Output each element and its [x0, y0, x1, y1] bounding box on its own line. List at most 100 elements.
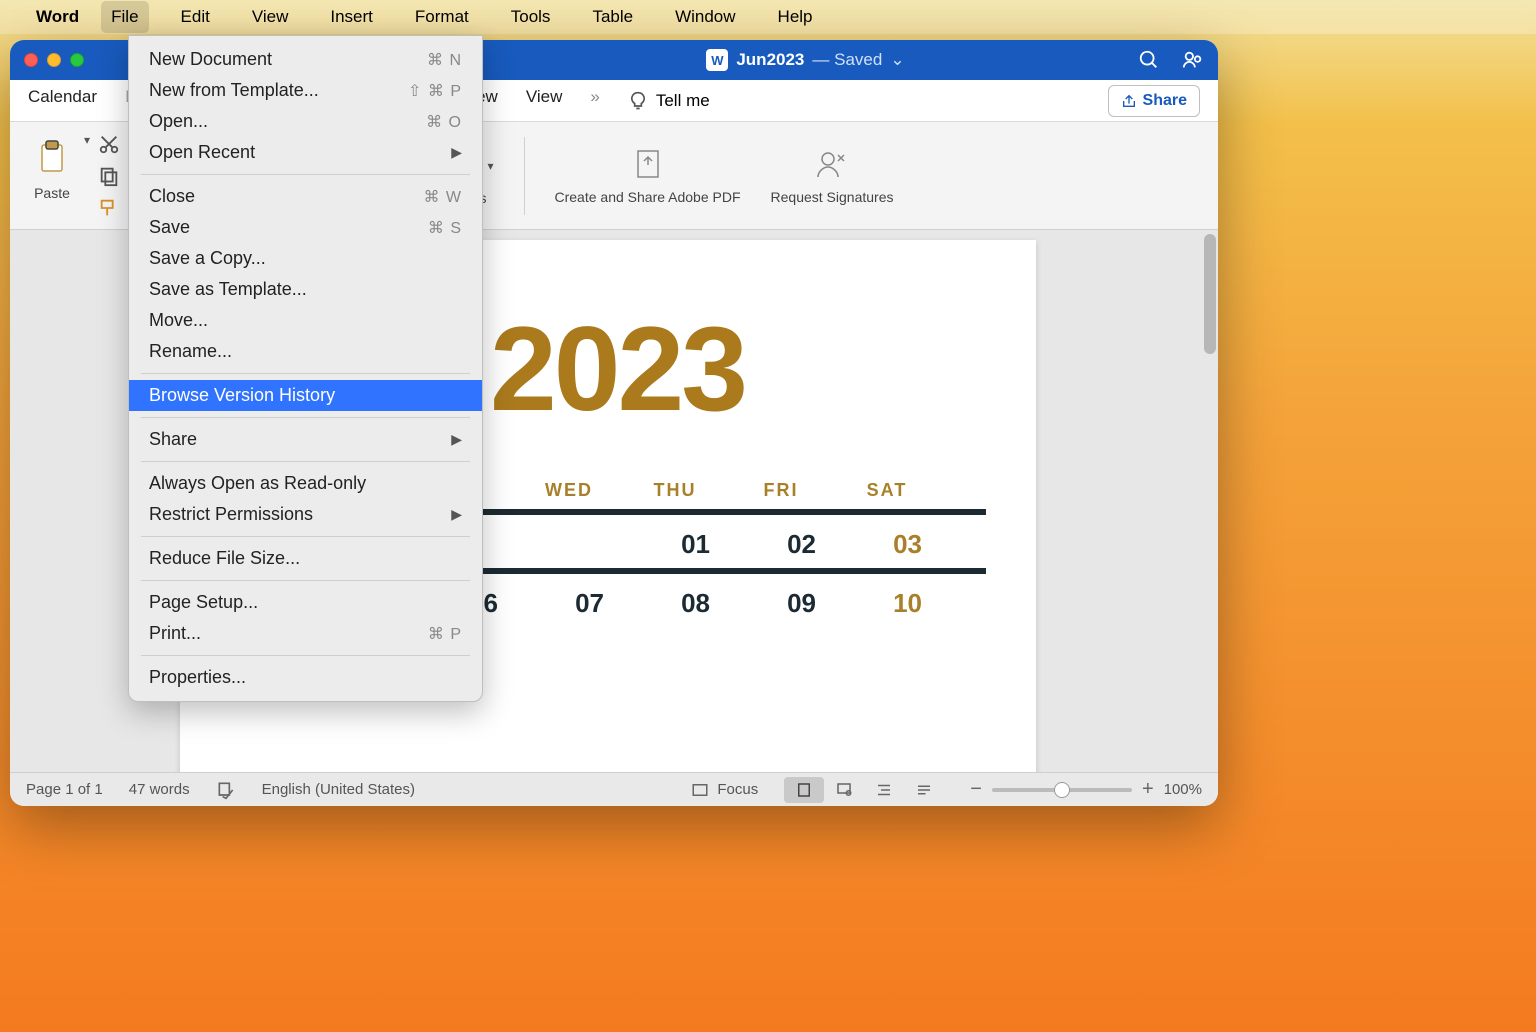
menu-item-label: Open Recent [149, 142, 255, 163]
menu-insert[interactable]: Insert [320, 1, 383, 33]
file-menu-item[interactable]: Print...⌘ P [129, 618, 482, 649]
menu-item-label: Properties... [149, 667, 246, 688]
app-name[interactable]: Word [36, 7, 79, 27]
tab-calendar[interactable]: Calendar [28, 87, 97, 115]
menu-help[interactable]: Help [768, 1, 823, 33]
share-button[interactable]: Share [1108, 85, 1200, 117]
title-center: W Jun2023 — Saved ⌄ [483, 49, 1128, 71]
shortcut-label: ⌘ S [428, 218, 462, 238]
tab-view[interactable]: View [526, 87, 563, 115]
focus-icon [691, 781, 709, 799]
day-header: SAT [834, 480, 940, 501]
menu-item-label: Save [149, 217, 190, 238]
menu-view[interactable]: View [242, 1, 299, 33]
menu-item-label: Reduce File Size... [149, 548, 300, 569]
day-header: FRI [728, 480, 834, 501]
file-menu-item[interactable]: Properties... [129, 662, 482, 693]
paste-button[interactable]: Paste [28, 133, 76, 201]
shortcut-label: ⌘ O [426, 112, 462, 132]
menu-item-label: New from Template... [149, 80, 319, 101]
file-menu-item[interactable]: Share▶ [129, 424, 482, 455]
create-share-label: Create and Share Adobe PDF [555, 189, 741, 206]
copy-icon[interactable] [98, 165, 120, 187]
outline-view[interactable] [864, 777, 904, 803]
focus-button[interactable]: Focus [691, 781, 758, 799]
chevron-down-icon[interactable]: ⌄ [890, 50, 904, 70]
date-cell: 08 [622, 588, 728, 619]
format-painter-icon[interactable] [98, 197, 120, 219]
file-menu-item[interactable]: Open... ⌘ O [129, 106, 482, 137]
create-share-pdf-button[interactable]: Create and Share Adobe PDF [555, 145, 741, 206]
menu-item-label: Open... [149, 111, 208, 132]
file-menu-item[interactable]: Restrict Permissions▶ [129, 499, 482, 530]
paste-caret-icon[interactable]: ▾ [84, 133, 90, 147]
minimize-window-button[interactable] [47, 53, 61, 67]
cut-icon[interactable] [98, 133, 120, 155]
menu-item-label: Save as Template... [149, 279, 307, 300]
menu-item-label: Always Open as Read-only [149, 473, 366, 494]
file-menu-item[interactable]: Save ⌘ S [129, 212, 482, 243]
file-menu-item[interactable]: Always Open as Read-only [129, 468, 482, 499]
zoom-control: − + 100% [970, 778, 1202, 801]
signature-icon [812, 145, 852, 185]
shortcut-label: ⌘ P [428, 624, 462, 644]
file-menu-item[interactable]: Move... [129, 305, 482, 336]
file-menu-item[interactable]: Browse Version History [129, 380, 482, 411]
zoom-window-button[interactable] [70, 53, 84, 67]
close-window-button[interactable] [24, 53, 38, 67]
zoom-slider[interactable] [992, 788, 1132, 792]
file-menu-item[interactable]: Close⌘ W [129, 181, 482, 212]
chevron-down-icon[interactable]: ▾ [487, 159, 493, 173]
spellcheck-icon[interactable] [216, 780, 236, 800]
collab-icon[interactable] [1182, 49, 1204, 71]
traffic-lights [24, 53, 84, 67]
menu-window[interactable]: Window [665, 1, 745, 33]
file-menu-item[interactable]: Open Recent ▶ [129, 137, 482, 168]
menu-item-label: Browse Version History [149, 385, 335, 406]
share-icon [1121, 93, 1137, 109]
print-layout-view[interactable] [784, 777, 824, 803]
zoom-in-button[interactable]: + [1142, 778, 1154, 801]
file-menu-item[interactable]: Save a Copy... [129, 243, 482, 274]
web-layout-view[interactable] [824, 777, 864, 803]
file-menu-item[interactable]: New Document ⌘ N [129, 44, 482, 75]
language-label[interactable]: English (United States) [262, 781, 415, 798]
day-header: WED [516, 480, 622, 501]
draft-view[interactable] [904, 777, 944, 803]
menu-format[interactable]: Format [405, 1, 479, 33]
file-menu-item[interactable]: Reduce File Size... [129, 543, 482, 574]
document-name[interactable]: Jun2023 [736, 50, 804, 70]
date-cell: 03 [834, 529, 940, 560]
tell-me[interactable]: Tell me [628, 91, 710, 111]
submenu-arrow-icon: ▶ [451, 431, 462, 448]
submenu-arrow-icon: ▶ [451, 144, 462, 161]
file-menu-dropdown: New Document ⌘ N New from Template...⇧ ⌘ P… [128, 35, 483, 702]
menu-item-label: Page Setup... [149, 592, 258, 613]
vertical-scrollbar[interactable] [1204, 234, 1216, 354]
focus-label: Focus [717, 781, 758, 798]
menu-table[interactable]: Table [582, 1, 643, 33]
shortcut-label: ⌘ N [427, 50, 462, 70]
menu-file[interactable]: File [101, 1, 148, 33]
tab-overflow[interactable]: » [590, 87, 599, 115]
search-icon[interactable] [1138, 49, 1160, 71]
request-signatures-button[interactable]: Request Signatures [771, 145, 894, 206]
date-cell: 10 [834, 588, 940, 619]
file-menu-item[interactable]: Save as Template... [129, 274, 482, 305]
word-doc-icon: W [706, 49, 728, 71]
menu-edit[interactable]: Edit [171, 1, 220, 33]
word-count[interactable]: 47 words [129, 781, 190, 798]
paste-label: Paste [34, 185, 70, 201]
zoom-level[interactable]: 100% [1164, 781, 1202, 798]
title-right [1138, 49, 1204, 71]
zoom-out-button[interactable]: − [970, 778, 982, 801]
menu-item-label: New Document [149, 49, 272, 70]
menu-tools[interactable]: Tools [501, 1, 561, 33]
zoom-thumb[interactable] [1054, 782, 1070, 798]
file-menu-item[interactable]: Page Setup... [129, 587, 482, 618]
file-menu-item[interactable]: New from Template...⇧ ⌘ P [129, 75, 482, 106]
file-menu-item[interactable]: Rename... [129, 336, 482, 367]
statusbar: Page 1 of 1 47 words English (United Sta… [10, 772, 1218, 806]
page-indicator[interactable]: Page 1 of 1 [26, 781, 103, 798]
menu-item-label: Close [149, 186, 195, 207]
